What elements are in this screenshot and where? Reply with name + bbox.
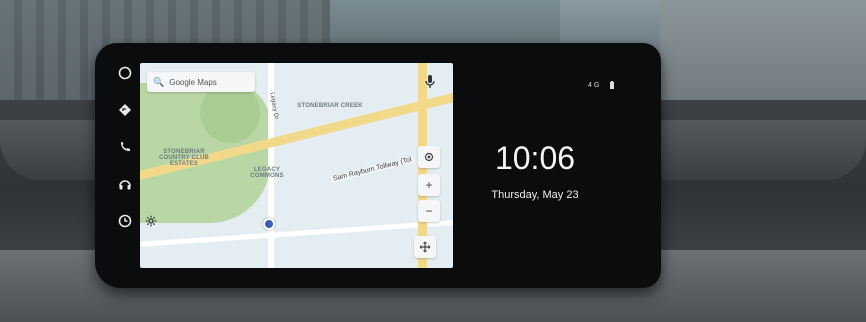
- signal-indicator: 4G: [588, 81, 602, 89]
- settings-button[interactable]: [142, 212, 160, 230]
- map-label-legacy-commons: LEGACY COMMONS: [250, 167, 284, 179]
- map-label-stonebriar-creek: STONEBRIAR CREEK: [297, 103, 363, 109]
- recenter-button[interactable]: [418, 146, 440, 168]
- recents-button[interactable]: [114, 210, 136, 232]
- phone-icon: [121, 142, 130, 151]
- map-label-sam-rayburn: Sam Rayburn Tollway (Tol: [330, 155, 415, 184]
- minus-icon: −: [425, 204, 433, 218]
- search-bar[interactable]: 🔍 Google Maps: [147, 72, 255, 92]
- clock-icon: [118, 214, 132, 228]
- gear-icon: [145, 215, 157, 227]
- phone-button[interactable]: [114, 136, 136, 158]
- current-location-marker: [263, 218, 275, 230]
- navigation-button[interactable]: [114, 99, 136, 121]
- headphones-icon: [119, 180, 131, 190]
- plus-icon: +: [425, 178, 433, 192]
- park-area-dark: [200, 83, 260, 143]
- road-white-horizontal: [140, 220, 453, 247]
- clock-time: 10:06: [494, 140, 576, 176]
- search-icon: 🔍: [153, 76, 165, 87]
- battery-icon: [610, 81, 615, 89]
- microphone-icon: [425, 75, 435, 88]
- microphone-button[interactable]: [424, 74, 436, 90]
- home-button[interactable]: [114, 62, 136, 84]
- app-rail: [108, 62, 142, 232]
- circle-icon: [118, 66, 132, 80]
- media-button[interactable]: [114, 173, 136, 195]
- locate-icon: [424, 152, 434, 162]
- status-bar: 4G: [588, 81, 615, 89]
- clock-date: Thursday, May 23: [491, 189, 579, 201]
- search-placeholder: Google Maps: [169, 77, 217, 87]
- pan-icon: [419, 241, 431, 253]
- pan-button[interactable]: [414, 236, 436, 258]
- navigation-icon: [119, 104, 131, 116]
- zoom-in-button[interactable]: +: [418, 174, 440, 196]
- zoom-out-button[interactable]: −: [418, 200, 440, 222]
- map-view[interactable]: STONEBRIAR CREEK STONEBRIAR COUNTRY CLUB…: [140, 63, 453, 268]
- map-label-stonebriar-country-club: STONEBRIAR COUNTRY CLUB ESTATES: [158, 149, 210, 167]
